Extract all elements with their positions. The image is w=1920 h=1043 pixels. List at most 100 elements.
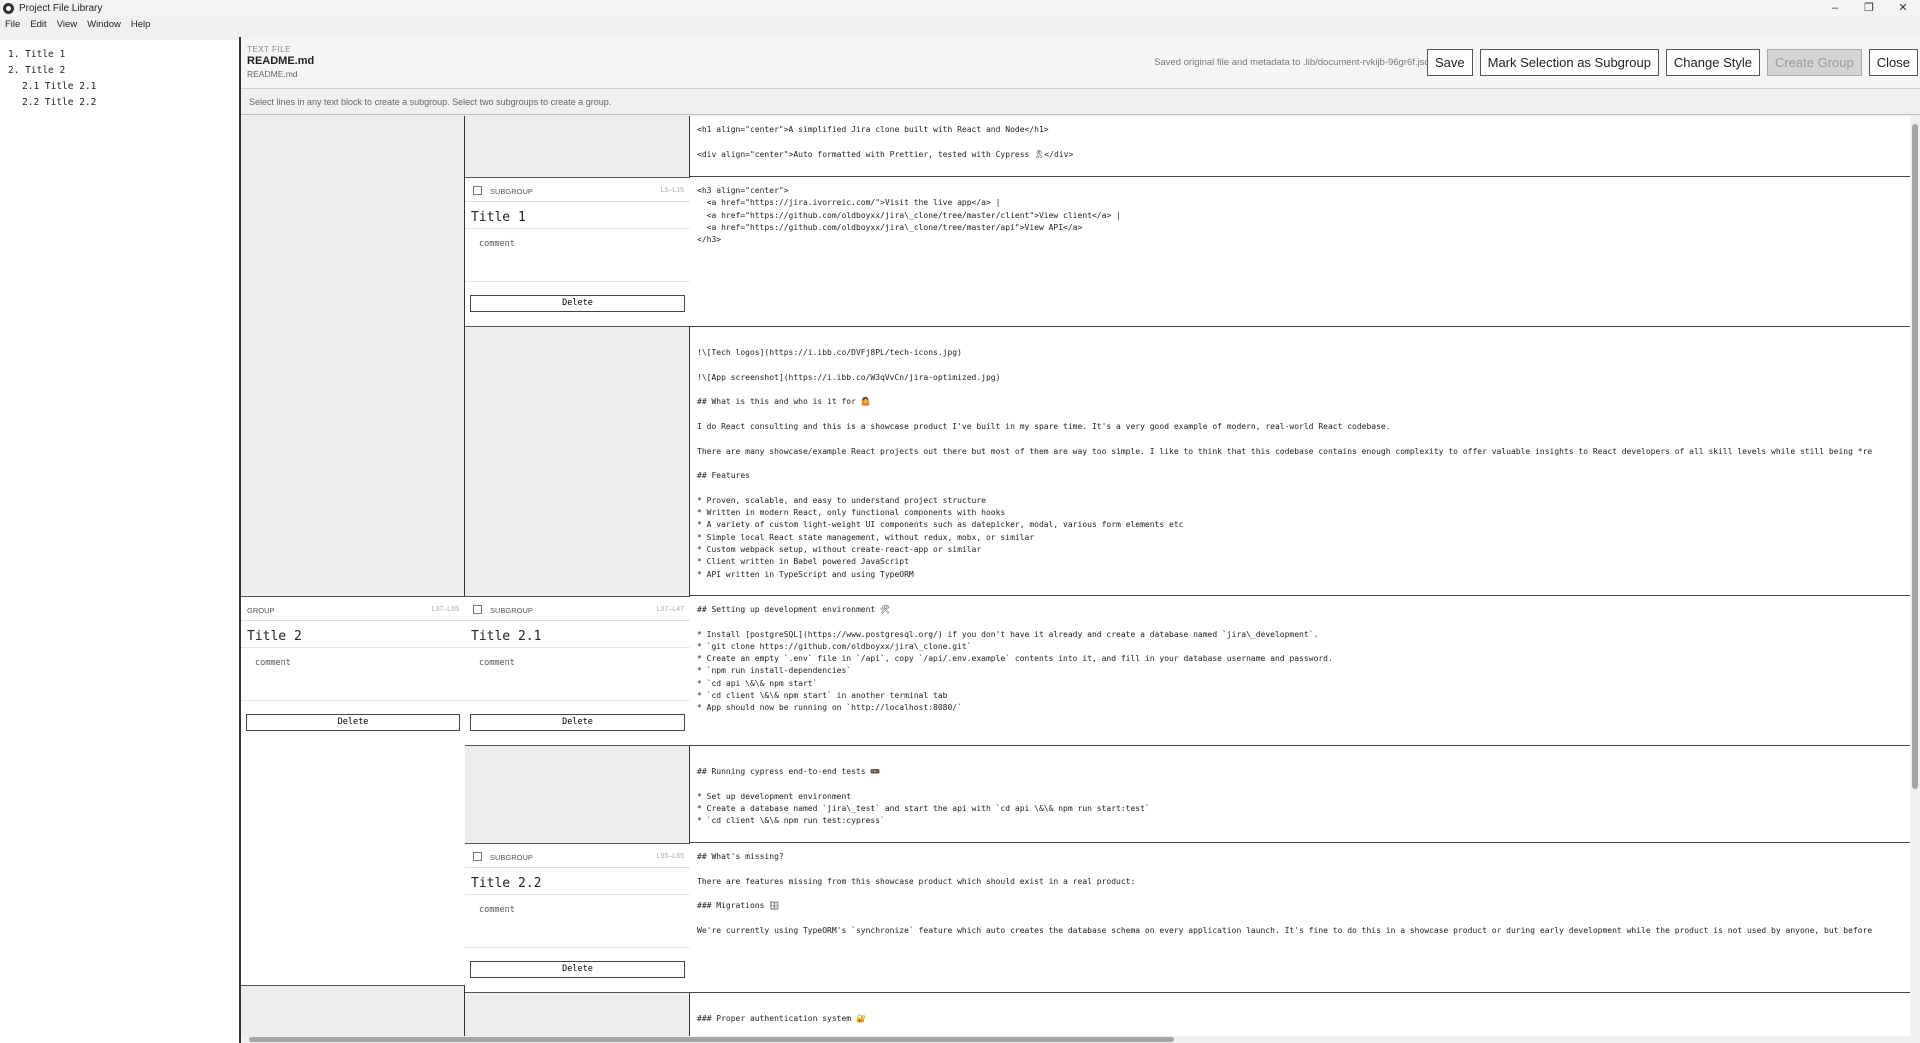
text-line[interactable]: ## What's missing? [697, 851, 1911, 863]
restore-icon[interactable]: ❐ [1852, 0, 1886, 16]
text-line[interactable] [697, 335, 1911, 347]
text-line[interactable] [697, 384, 1911, 396]
subgroup-card: SUBGROUP L5–L15 Title 1 comment Delete [465, 177, 690, 327]
subgroup-title[interactable]: Title 1 [471, 210, 526, 225]
group-comment[interactable]: comment [241, 647, 465, 701]
text-line[interactable]: <a href="https://github.com/oldboyxx/jir… [697, 210, 1911, 222]
text-block[interactable]: <h3 align="center"> <a href="https://jir… [690, 177, 1911, 327]
text-line[interactable]: We're currently using TypeORM's `synchro… [697, 925, 1911, 937]
text-line[interactable]: * Written in modern React, only function… [697, 507, 1911, 519]
menu-view[interactable]: View [52, 17, 82, 33]
text-line[interactable] [697, 863, 1911, 875]
subgroup-delete-button[interactable]: Delete [470, 714, 685, 731]
text-line[interactable]: !\[Tech logos](https://i.ibb.co/DVFj8PL/… [697, 347, 1911, 359]
text-line[interactable]: * `cd client \&\& npm start` in another … [697, 690, 1911, 702]
group-title[interactable]: Title 2 [247, 629, 302, 644]
text-line[interactable]: * Proven, scalable, and easy to understa… [697, 495, 1911, 507]
menu-window[interactable]: Window [82, 17, 126, 33]
text-line[interactable] [697, 409, 1911, 421]
outline-item-title-2-1[interactable]: 2.1 Title 2.1 [8, 79, 240, 95]
text-line[interactable]: * Client written in Babel powered JavaSc… [697, 556, 1911, 568]
horizontal-scrollbar[interactable] [241, 1036, 1911, 1043]
text-line[interactable]: <a href="https://github.com/oldboyxx/jir… [697, 222, 1911, 234]
text-line[interactable]: There are features missing from this sho… [697, 876, 1911, 888]
text-line[interactable]: ## Setting up development environment 🛠 [697, 604, 1911, 616]
text-block[interactable]: ### Proper authentication system 🔐 [690, 993, 1911, 1036]
text-line[interactable]: ## Features [697, 470, 1911, 482]
change-style-button[interactable]: Change Style [1665, 49, 1760, 76]
text-line[interactable]: * Install [postgreSQL](https://www.postg… [697, 629, 1911, 641]
outline-item-title-2[interactable]: 2. Title 2 [8, 63, 240, 79]
subgroup-checkbox[interactable] [473, 605, 482, 614]
subgroup-delete-button[interactable]: Delete [470, 295, 685, 312]
text-block[interactable]: ## Setting up development environment 🛠 *… [690, 596, 1911, 746]
subgroup-comment[interactable]: comment [465, 228, 690, 282]
group-delete-button[interactable]: Delete [246, 714, 460, 731]
text-line[interactable]: * `git clone https://github.com/oldboyxx… [697, 641, 1911, 653]
mark-subgroup-button[interactable]: Mark Selection as Subgroup [1479, 49, 1659, 76]
text-line[interactable]: * API written in TypeScript and using Ty… [697, 569, 1911, 581]
text-line[interactable]: * Custom webpack setup, without create-r… [697, 544, 1911, 556]
text-line[interactable] [697, 888, 1911, 900]
text-line[interactable]: </h3> [697, 234, 1911, 246]
close-button[interactable]: Close [1868, 49, 1918, 76]
text-line[interactable]: * Set up development environment [697, 791, 1911, 803]
text-line[interactable] [697, 360, 1911, 372]
close-window-icon[interactable]: ✕ [1886, 0, 1920, 16]
save-button[interactable]: Save [1426, 49, 1473, 76]
group-card: GROUP L37–L65 Title 2 comment Delete [241, 596, 465, 986]
menu-edit[interactable]: Edit [25, 17, 51, 33]
subgroup-delete-button[interactable]: Delete [470, 961, 685, 978]
subgroup-comment[interactable]: comment [465, 894, 690, 948]
text-line[interactable]: * Create a database named `jira\_test` a… [697, 803, 1911, 815]
text-line[interactable]: * Simple local React state management, w… [697, 532, 1911, 544]
file-path: README.md [247, 69, 298, 79]
text-line[interactable] [697, 1001, 1911, 1013]
text-line[interactable]: <h1 align="center">A simplified Jira clo… [697, 124, 1911, 136]
outline-item-title-1[interactable]: 1. Title 1 [8, 47, 240, 63]
text-line[interactable]: ## Running cypress end-to-end tests 🚥 [697, 766, 1911, 778]
text-line[interactable]: <a href="https://jira.ivorreic.com/">Vis… [697, 197, 1911, 209]
text-block[interactable]: ## Running cypress end-to-end tests 🚥 * S… [690, 746, 1911, 843]
subgroup-checkbox[interactable] [473, 852, 482, 861]
horizontal-scroll-thumb[interactable] [249, 1037, 1174, 1042]
text-line[interactable]: * `cd api \&\& npm start` [697, 678, 1911, 690]
minimize-icon[interactable]: – [1818, 0, 1852, 16]
text-line[interactable]: <div align="center">Auto formatted with … [697, 149, 1911, 161]
text-line[interactable] [697, 433, 1911, 445]
text-line[interactable]: * Create an empty `.env` file in `/api`,… [697, 653, 1911, 665]
subgroup-checkbox[interactable] [473, 186, 482, 195]
text-line[interactable]: * `cd client \&\& npm run test:cypress` [697, 815, 1911, 827]
text-block[interactable]: <h1 align="center">A simplified Jira clo… [690, 116, 1911, 177]
subgroup-title[interactable]: Title 2.1 [471, 629, 541, 644]
vertical-scrollbar[interactable] [1910, 118, 1920, 1034]
menu-file[interactable]: File [0, 17, 25, 33]
text-line[interactable]: * A variety of custom light-weight UI co… [697, 519, 1911, 531]
text-line[interactable] [697, 483, 1911, 495]
text-line[interactable]: <h3 align="center"> [697, 185, 1911, 197]
group-kind-label: GROUP [247, 606, 275, 615]
file-kind-label: TEXT FILE [247, 45, 291, 54]
text-line[interactable]: * App should now be running on `http://l… [697, 702, 1911, 714]
text-line[interactable]: There are many showcase/example React pr… [697, 446, 1911, 458]
outline-item-title-2-2[interactable]: 2.2 Title 2.2 [8, 95, 240, 111]
text-line[interactable]: ### Migrations 🗄 [697, 900, 1911, 912]
text-line[interactable]: ### Proper authentication system 🔐 [697, 1013, 1911, 1025]
menu-help[interactable]: Help [126, 17, 156, 33]
create-group-button[interactable]: Create Group [1766, 49, 1862, 76]
subgroup-title[interactable]: Title 2.2 [471, 876, 541, 891]
text-line[interactable] [697, 779, 1911, 791]
text-line[interactable]: I do React consulting and this is a show… [697, 421, 1911, 433]
vertical-scroll-thumb[interactable] [1912, 124, 1918, 789]
subgroup-comment[interactable]: comment [465, 647, 690, 701]
text-block[interactable]: !\[Tech logos](https://i.ibb.co/DVFj8PL/… [690, 327, 1911, 596]
text-line[interactable] [697, 458, 1911, 470]
text-line[interactable]: * `npm run install-dependencies` [697, 665, 1911, 677]
text-line[interactable] [697, 912, 1911, 924]
text-line[interactable] [697, 136, 1911, 148]
text-line[interactable]: ## What is this and who is it for 🤷 [697, 396, 1911, 408]
text-line[interactable]: !\[App screenshot](https://i.ibb.co/W3qV… [697, 372, 1911, 384]
text-line[interactable] [697, 754, 1911, 766]
text-block[interactable]: ## What's missing? There are features mis… [690, 843, 1911, 993]
text-line[interactable] [697, 616, 1911, 628]
